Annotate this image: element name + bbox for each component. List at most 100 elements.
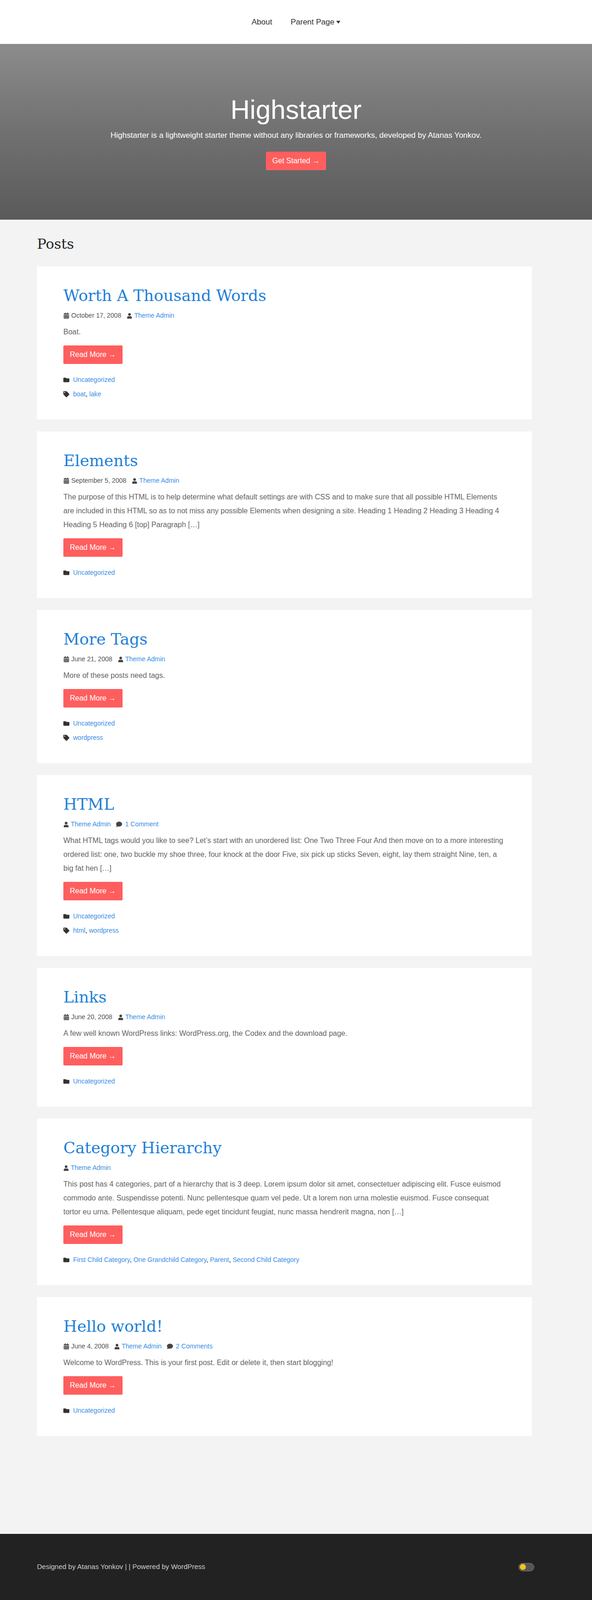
post-excerpt: This post has 4 categories, part of a hi… (63, 1177, 506, 1220)
top-nav: About Parent Page (0, 0, 592, 44)
post-comments[interactable]: 1 Comment (124, 819, 159, 830)
post-category: Uncategorized (73, 567, 115, 578)
read-more-button[interactable]: Read More → (63, 1376, 123, 1395)
footer-text: Designed by Atanas Yonkov | | Powered by… (37, 1561, 206, 1573)
caret-down-icon (336, 20, 341, 24)
hero-title: Highstarter (230, 93, 362, 126)
post-tag-link[interactable]: boat (73, 390, 86, 398)
tag-icon (63, 391, 70, 398)
nav-item[interactable]: About (251, 16, 272, 29)
post-author[interactable]: Theme Admin (139, 475, 179, 486)
posts-section: Posts Worth A Thousand Words October 17, 2… (0, 219, 532, 1465)
post-meta: June 4, 2008 Theme Admin 2 Comments (63, 1341, 506, 1352)
post-title[interactable]: Category Hierarchy (63, 1137, 506, 1159)
calendar-icon (63, 1343, 70, 1350)
post-card: Links June 20, 2008Theme Admin A few well … (37, 968, 532, 1107)
post-title[interactable]: HTML (63, 793, 506, 815)
folder-icon (63, 569, 70, 576)
post-meta: June 20, 2008Theme Admin (63, 1012, 506, 1023)
post-card: Category Hierarchy Theme Admin This post h… (37, 1118, 532, 1286)
tag-icon (63, 927, 70, 934)
calendar-icon (63, 1014, 70, 1021)
post-category-link[interactable]: First Child Category (73, 1256, 130, 1264)
post-category-link[interactable]: Uncategorized (73, 1406, 115, 1415)
post-card: More Tags June 21, 2008 Theme Admin More of… (37, 610, 532, 764)
section-title: Posts (37, 233, 532, 255)
read-more-button[interactable]: Read More → (63, 1225, 123, 1245)
post-author[interactable]: Theme Admin (134, 310, 174, 321)
post-category-link[interactable]: Uncategorized (73, 1077, 115, 1086)
read-more-button[interactable]: Read More → (63, 881, 123, 901)
read-more-button[interactable]: Read More → (63, 345, 123, 364)
post-card: HTML Theme Admin 1 Comment What HTML tags w… (37, 775, 532, 956)
post-category-link[interactable]: Uncategorized (73, 376, 115, 384)
post-card: Hello world! June 4, 2008 Theme Admin 2 Com… (37, 1297, 532, 1437)
theme-toggle[interactable] (518, 1563, 535, 1572)
folder-icon (63, 720, 70, 727)
user-icon (131, 478, 138, 484)
calendar-icon (63, 312, 70, 319)
user-icon (117, 1014, 124, 1021)
post-tag-link[interactable]: wordpress (88, 926, 119, 935)
post-author[interactable]: Theme Admin (121, 1341, 162, 1352)
post-excerpt: Welcome to WordPress. This is your first… (63, 1356, 506, 1370)
user-icon (63, 1165, 69, 1172)
post-category-link[interactable]: Uncategorized (73, 568, 115, 577)
post-author[interactable]: Theme Admin (70, 1163, 111, 1173)
tag-icon (63, 734, 70, 741)
comment-icon (166, 1343, 173, 1350)
post-excerpt: A few well known WordPress links: WordPr… (63, 1026, 506, 1041)
post-author[interactable]: Theme Admin (125, 1012, 166, 1023)
post-tag-link[interactable]: wordpress (73, 733, 104, 742)
user-icon (126, 313, 133, 319)
hero: HighstarterHighstarter is a lightweight … (0, 43, 592, 220)
post-tag: boat, lake (73, 389, 102, 400)
post-title[interactable]: Links (63, 986, 506, 1008)
post-excerpt: The purpose of this HTML is to help dete… (63, 490, 506, 532)
post-category: Uncategorized (73, 718, 115, 729)
folder-icon (63, 913, 70, 920)
post-meta: October 17, 2008 Theme Admin (63, 310, 506, 321)
post-date: June 4, 2008 (71, 1341, 109, 1352)
post-category: Uncategorized (73, 375, 115, 385)
footer: Designed by Atanas Yonkov | | Powered by… (0, 1534, 592, 1600)
post-tag-link[interactable]: lake (89, 390, 102, 398)
read-more-button[interactable]: Read More → (63, 689, 123, 708)
post-excerpt: Boat. (63, 325, 506, 340)
post-author[interactable]: Theme Admin (125, 654, 166, 665)
post-category-link[interactable]: One Grandchild Category (133, 1256, 207, 1264)
post-category: Uncategorized (73, 911, 115, 922)
post-meta: Theme Admin (63, 1163, 506, 1173)
nav-item[interactable]: Parent Page (290, 16, 341, 29)
post-excerpt: What HTML tags would you like to see? Le… (63, 833, 506, 876)
post-author[interactable]: Theme Admin (70, 819, 111, 830)
post-category-link[interactable]: Uncategorized (73, 719, 115, 728)
read-more-button[interactable]: Read More → (63, 538, 123, 557)
post-date: October 17, 2008 (71, 310, 122, 321)
post-excerpt: More of these posts need tags. (63, 668, 506, 683)
user-icon (117, 656, 124, 663)
user-icon (63, 821, 69, 828)
post-card: Elements September 5, 2008Theme Admin The … (37, 431, 532, 599)
post-title[interactable]: Hello world! (63, 1315, 506, 1338)
post-category-link[interactable]: Parent (209, 1256, 229, 1264)
post-meta: Theme Admin 1 Comment (63, 819, 506, 830)
post-date: June 21, 2008 (71, 654, 113, 665)
post-title[interactable]: Elements (63, 450, 506, 472)
folder-icon (63, 1078, 70, 1085)
post-category: Uncategorized (73, 1076, 115, 1087)
post-comments[interactable]: 2 Comments (175, 1341, 213, 1352)
folder-icon (63, 376, 70, 383)
post-tag-link[interactable]: html (73, 926, 86, 935)
post-tag: html, wordpress (73, 925, 119, 936)
post-meta: June 21, 2008 Theme Admin (63, 654, 506, 665)
post-title[interactable]: More Tags (63, 628, 506, 650)
get-started-button[interactable]: Get Started → (265, 151, 327, 171)
calendar-icon (63, 656, 70, 663)
page: About Parent Page HighstarterHighstarter i… (0, 0, 592, 1600)
post-meta: September 5, 2008Theme Admin (63, 475, 506, 486)
post-title[interactable]: Worth A Thousand Words (63, 284, 506, 307)
post-category-link[interactable]: Second Child Category (232, 1256, 300, 1264)
post-category-link[interactable]: Uncategorized (73, 912, 115, 920)
read-more-button[interactable]: Read More → (63, 1047, 123, 1066)
